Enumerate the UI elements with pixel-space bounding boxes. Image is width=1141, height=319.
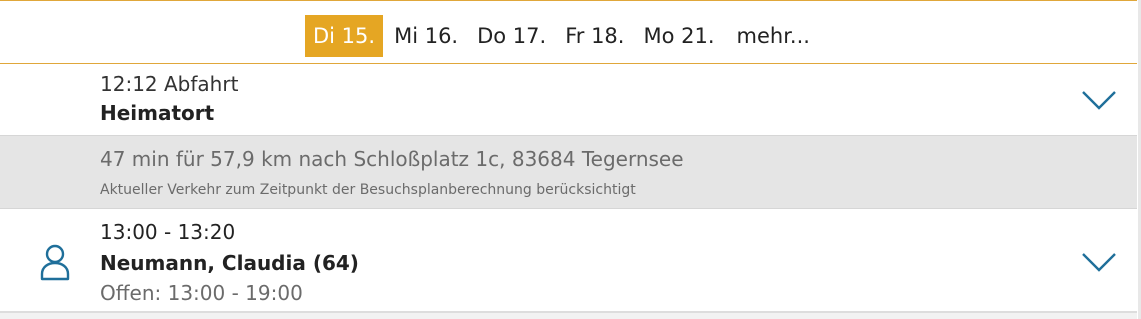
bottom-divider	[0, 313, 1137, 319]
appointment-time: 13:00 - 13:20	[100, 220, 236, 244]
person-icon	[40, 244, 70, 281]
appointment-row[interactable]: 13:00 - 13:20 Neumann, Claudia (64) Offe…	[0, 209, 1137, 313]
date-selector-bar: Di 15. Mi 16. Do 17. Fr 18. Mo 21. mehr.…	[0, 0, 1137, 64]
date-tab-fr-18[interactable]: Fr 18.	[557, 15, 632, 57]
departure-place: Heimatort	[100, 101, 215, 125]
travel-info: 47 min für 57,9 km nach Schloßplatz 1c, …	[0, 135, 1137, 209]
date-tab-do-17[interactable]: Do 17.	[469, 15, 554, 57]
departure-time: 12:12 Abfahrt	[100, 72, 239, 96]
traffic-note: Aktueller Verkehr zum Zeitpunkt der Besu…	[100, 182, 636, 198]
date-tab-di-15[interactable]: Di 15.	[305, 15, 384, 57]
opening-hours: Offen: 13:00 - 19:00	[100, 281, 303, 305]
chevron-down-icon[interactable]	[1081, 251, 1117, 273]
travel-summary: 47 min für 57,9 km nach Schloßplatz 1c, …	[100, 147, 684, 171]
date-tab-mo-21[interactable]: Mo 21.	[635, 15, 722, 57]
departure-row[interactable]: 12:12 Abfahrt Heimatort	[0, 64, 1137, 135]
date-tab-mi-16[interactable]: Mi 16.	[386, 15, 466, 57]
more-dates-link[interactable]: mehr...	[729, 15, 818, 57]
chevron-down-icon[interactable]	[1081, 89, 1117, 111]
date-tabs: Di 15. Mi 16. Do 17. Fr 18. Mo 21. mehr.…	[305, 15, 821, 57]
customer-name: Neumann, Claudia (64)	[100, 251, 359, 275]
